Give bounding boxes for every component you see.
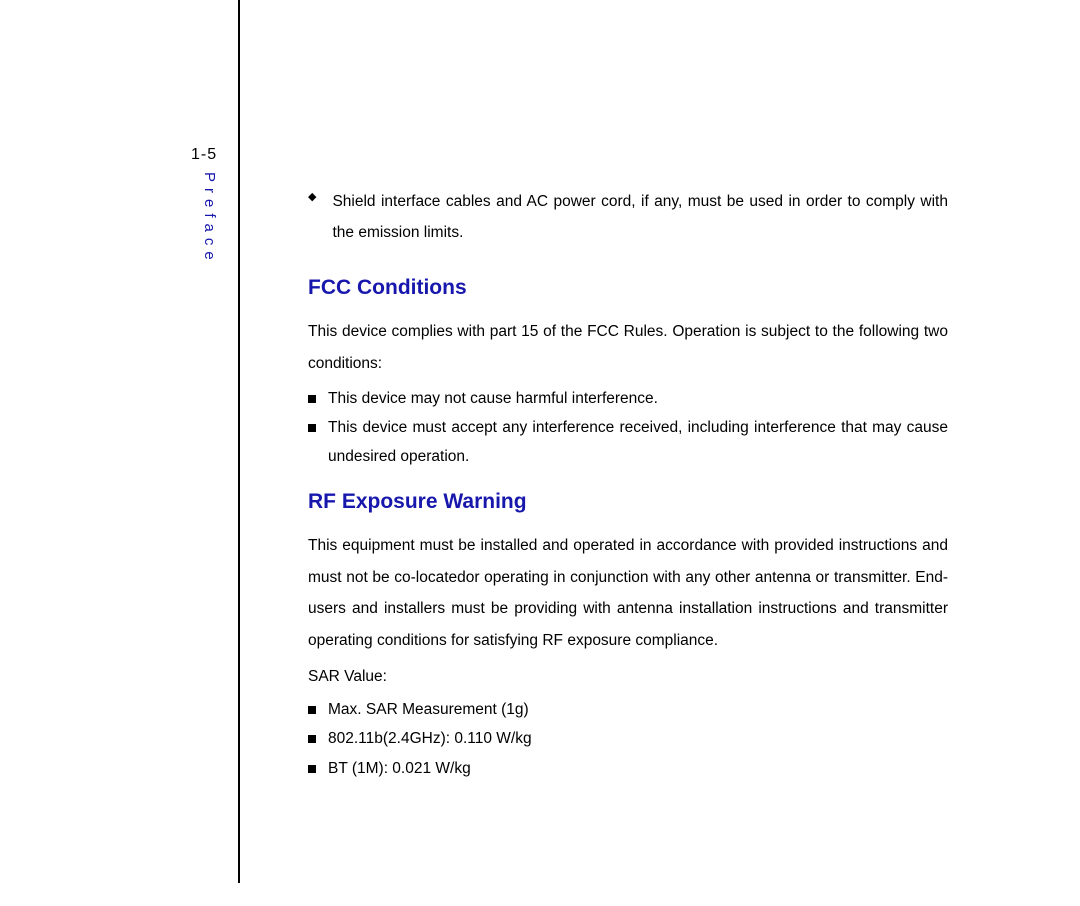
rf-paragraph: This equipment must be installed and ope… <box>308 530 948 657</box>
square-bullet-icon <box>308 765 316 773</box>
vertical-divider <box>238 0 240 883</box>
fcc-bullet-list: This device may not cause harmful interf… <box>308 384 948 472</box>
sar-item-1: Max. SAR Measurement (1g) <box>328 695 948 724</box>
sar-item-2: 802.11b(2.4GHz): 0.110 W/kg <box>328 724 948 753</box>
section-label-preface: Preface <box>201 172 218 266</box>
sar-item-3: BT (1M): 0.021 W/kg <box>328 754 948 783</box>
intro-bullet-item: ◆ Shield interface cables and AC power c… <box>308 186 948 248</box>
list-item: This device must accept any interference… <box>308 413 948 472</box>
intro-bullet-text: Shield interface cables and AC power cor… <box>332 186 948 248</box>
fcc-intro-text: This device complies with part 15 of the… <box>308 316 948 380</box>
document-page: 1-5 Preface ◆ Shield interface cables an… <box>0 0 1080 906</box>
list-item: 802.11b(2.4GHz): 0.110 W/kg <box>308 724 948 753</box>
fcc-bullet-text-1: This device may not cause harmful interf… <box>328 384 948 413</box>
main-content: ◆ Shield interface cables and AC power c… <box>308 186 948 783</box>
diamond-icon: ◆ <box>308 190 316 203</box>
square-bullet-icon <box>308 706 316 714</box>
sar-bullet-list: Max. SAR Measurement (1g) 802.11b(2.4GHz… <box>308 695 948 783</box>
fcc-bullet-text-2: This device must accept any interference… <box>328 413 948 472</box>
sar-value-label: SAR Value: <box>308 661 948 693</box>
square-bullet-icon <box>308 395 316 403</box>
square-bullet-icon <box>308 735 316 743</box>
list-item: BT (1M): 0.021 W/kg <box>308 754 948 783</box>
page-number: 1-5 <box>191 146 217 164</box>
rf-exposure-heading: RF Exposure Warning <box>308 490 948 514</box>
square-bullet-icon <box>308 424 316 432</box>
list-item: This device may not cause harmful interf… <box>308 384 948 413</box>
list-item: Max. SAR Measurement (1g) <box>308 695 948 724</box>
fcc-conditions-heading: FCC Conditions <box>308 276 948 300</box>
